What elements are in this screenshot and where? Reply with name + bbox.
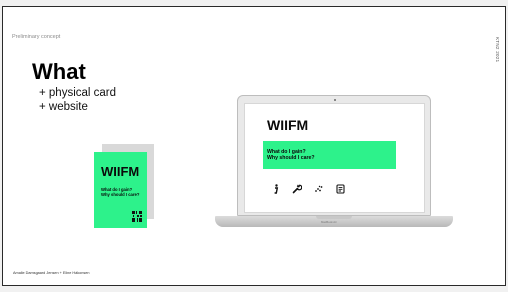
- slide-title: What: [32, 59, 86, 84]
- card-subtitle: What do I gain? Why should I care?: [101, 187, 139, 197]
- qr-code-icon: [132, 211, 142, 222]
- camera-icon: [334, 99, 336, 101]
- laptop-base: MacBook Air: [215, 216, 453, 227]
- laptop-lid: WIIFM What do I gain? Why should I care?: [237, 95, 431, 216]
- slide: Preliminary concept KTN2 2021 What + phy…: [2, 6, 506, 286]
- bullet-website: + website: [39, 101, 88, 113]
- screen-banner: What do I gain? Why should I care?: [263, 141, 396, 169]
- bullet-physical-card: + physical card: [39, 87, 117, 99]
- wrench-icon[interactable]: [292, 184, 302, 194]
- laptop-brand: MacBook Air: [321, 220, 337, 224]
- card-line-2: Why should I care?: [101, 192, 140, 197]
- vertical-code: KTN2 2021: [495, 37, 500, 63]
- screen-title: WIIFM: [267, 117, 309, 133]
- card-title: WIIFM: [101, 164, 140, 179]
- banner-line-2: Why should I care?: [267, 155, 315, 161]
- info-icon[interactable]: [271, 184, 281, 194]
- header-label: Preliminary concept: [12, 34, 61, 40]
- scatter-icon[interactable]: [314, 184, 324, 194]
- physical-card: WIIFM What do I gain? Why should I care?: [94, 152, 147, 228]
- document-icon[interactable]: [335, 184, 345, 194]
- laptop-notch: [316, 216, 352, 219]
- laptop-screen: WIIFM What do I gain? Why should I care?: [244, 103, 425, 213]
- footer-authors: Amalie Damsgaard Jensen + Eline Hákonsen: [13, 271, 90, 275]
